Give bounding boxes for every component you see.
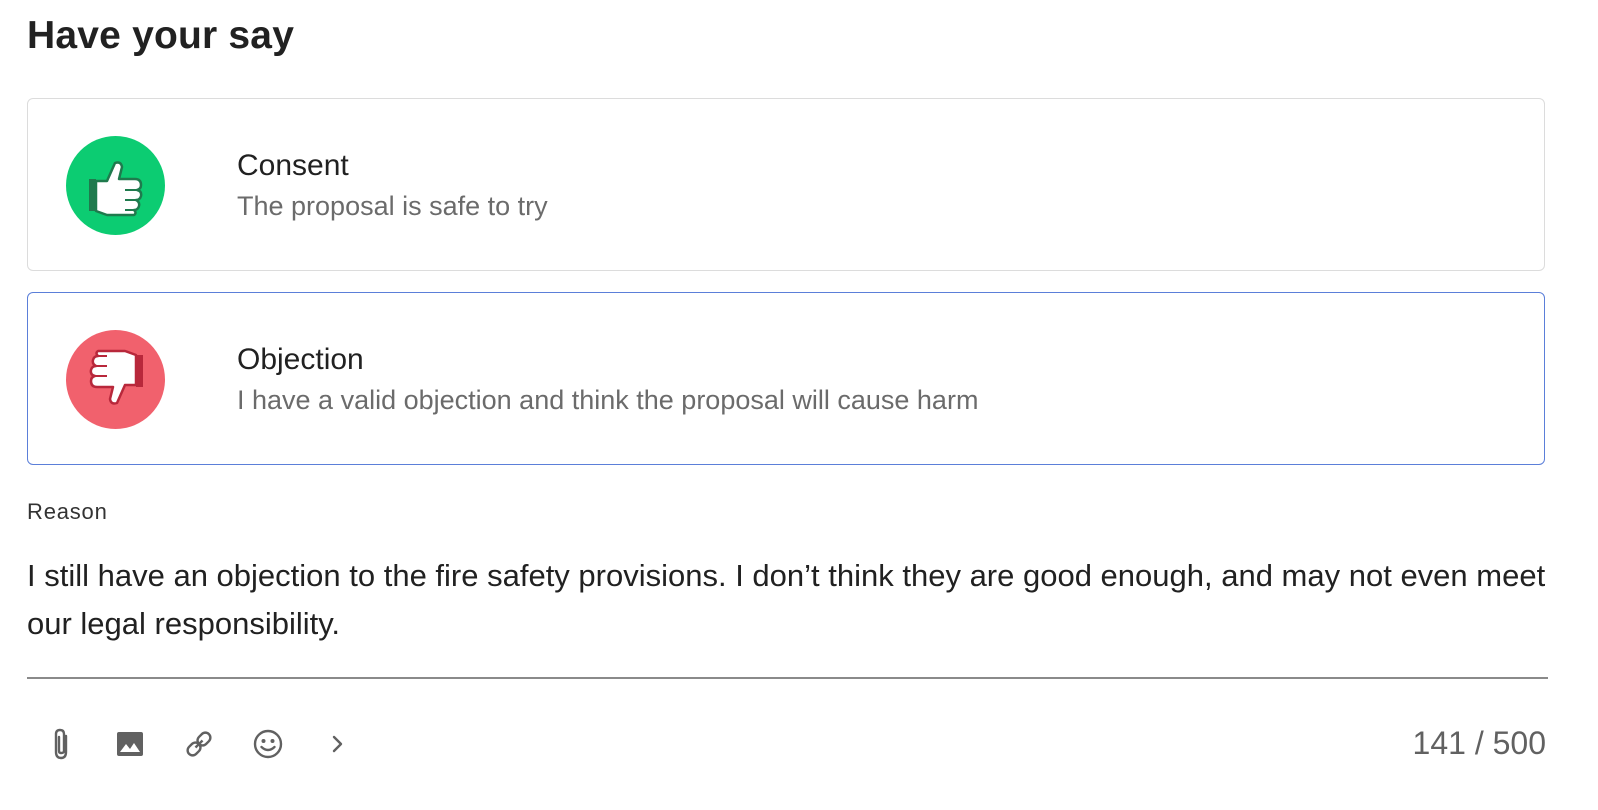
- thumbs-down-icon: [66, 330, 165, 429]
- image-icon[interactable]: [110, 724, 150, 764]
- have-your-say-panel: Have your say Consent The proposal is sa…: [0, 0, 1598, 810]
- objection-subtitle: I have a valid objection and think the p…: [237, 385, 979, 415]
- chevron-right-icon[interactable]: [317, 724, 357, 764]
- link-icon[interactable]: [179, 724, 219, 764]
- reason-underline: [27, 677, 1548, 679]
- objection-option[interactable]: Objection I have a valid objection and t…: [27, 292, 1545, 465]
- character-counter: 141 / 500: [1412, 725, 1546, 761]
- attach-icon[interactable]: [41, 724, 81, 764]
- page-title: Have your say: [27, 14, 295, 57]
- consent-option[interactable]: Consent The proposal is safe to try: [27, 98, 1545, 271]
- objection-title: Objection: [237, 343, 364, 376]
- reason-label: Reason: [27, 499, 108, 524]
- consent-subtitle: The proposal is safe to try: [237, 191, 548, 221]
- emoji-icon[interactable]: [248, 724, 288, 764]
- consent-title: Consent: [237, 149, 349, 182]
- reason-textarea[interactable]: I still have an objection to the fire sa…: [27, 552, 1557, 648]
- thumbs-up-icon: [66, 136, 165, 235]
